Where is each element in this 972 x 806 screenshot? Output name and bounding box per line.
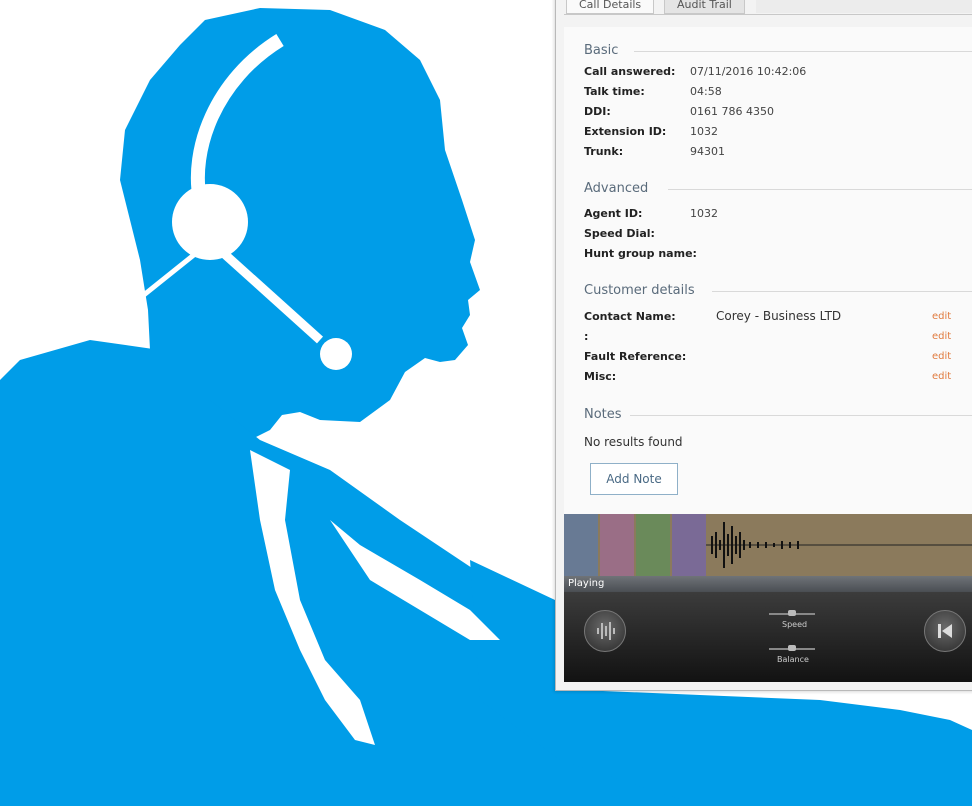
balance-slider-thumb[interactable] (788, 645, 796, 651)
section-title-advanced: Advanced (584, 181, 649, 196)
label-misc: Misc: (584, 370, 617, 383)
timeline-segment[interactable] (672, 514, 706, 576)
waveform-timeline[interactable] (564, 514, 972, 576)
label-unnamed-field: : (584, 330, 589, 343)
tab-call-details[interactable]: Call Details (566, 0, 655, 14)
section-title-notes: Notes (584, 407, 622, 422)
tab-audit-trail[interactable]: Audit Trail (664, 0, 745, 14)
playback-controls: Speed Balance (564, 592, 972, 682)
value-trunk: 94301 (690, 145, 725, 158)
section-title-customer-details: Customer details (584, 283, 695, 298)
speed-slider-thumb[interactable] (788, 610, 796, 616)
edit-unnamed-field-link[interactable]: edit (932, 331, 951, 342)
edit-contact-name-link[interactable]: edit (932, 311, 951, 322)
section-divider (630, 415, 972, 416)
section-divider (668, 189, 972, 190)
timeline-segment[interactable] (564, 514, 598, 576)
label-extension-id: Extension ID: (584, 125, 667, 138)
value-extension-id: 1032 (690, 125, 718, 138)
timeline-segment[interactable] (636, 514, 670, 576)
value-talk-time: 04:58 (690, 85, 722, 98)
tab-bar: Call Details Audit Trail (564, 0, 972, 15)
speed-label: Speed (782, 620, 808, 629)
notes-empty-message: No results found (584, 435, 683, 449)
value-agent-id: 1032 (690, 207, 718, 220)
section-divider (712, 291, 972, 292)
label-ddi: DDI: (584, 105, 611, 118)
label-call-answered: Call answered: (584, 65, 676, 78)
call-details-panel: Basic Call answered: 07/11/2016 10:42:06… (564, 27, 972, 517)
skip-back-icon (938, 624, 952, 638)
skip-back-button[interactable] (924, 610, 966, 652)
label-speed-dial: Speed Dial: (584, 227, 655, 240)
label-agent-id: Agent ID: (584, 207, 643, 220)
section-divider (634, 51, 972, 52)
balance-label: Balance (777, 655, 809, 664)
edit-fault-reference-link[interactable]: edit (932, 351, 951, 362)
value-contact-name: Corey - Business LTD (716, 309, 842, 323)
call-details-window: Call Details Audit Trail Basic Call answ… (555, 0, 972, 691)
value-ddi: 0161 786 4350 (690, 105, 774, 118)
label-fault-reference: Fault Reference: (584, 350, 687, 363)
edit-misc-link[interactable]: edit (932, 371, 951, 382)
playback-status-bar: Playing (564, 576, 972, 592)
label-talk-time: Talk time: (584, 85, 645, 98)
waveform-icon (597, 622, 615, 640)
tab-bar-filler (756, 0, 972, 13)
timeline-segment[interactable] (600, 514, 634, 576)
section-title-basic: Basic (584, 43, 619, 58)
label-contact-name: Contact Name: (584, 310, 676, 323)
add-note-button[interactable]: Add Note (590, 463, 678, 495)
waveform-toggle-button[interactable] (584, 610, 626, 652)
waveform-icon (706, 522, 972, 568)
label-trunk: Trunk: (584, 145, 624, 158)
label-hunt-group-name: Hunt group name: (584, 247, 697, 260)
value-call-answered: 07/11/2016 10:42:06 (690, 65, 807, 78)
